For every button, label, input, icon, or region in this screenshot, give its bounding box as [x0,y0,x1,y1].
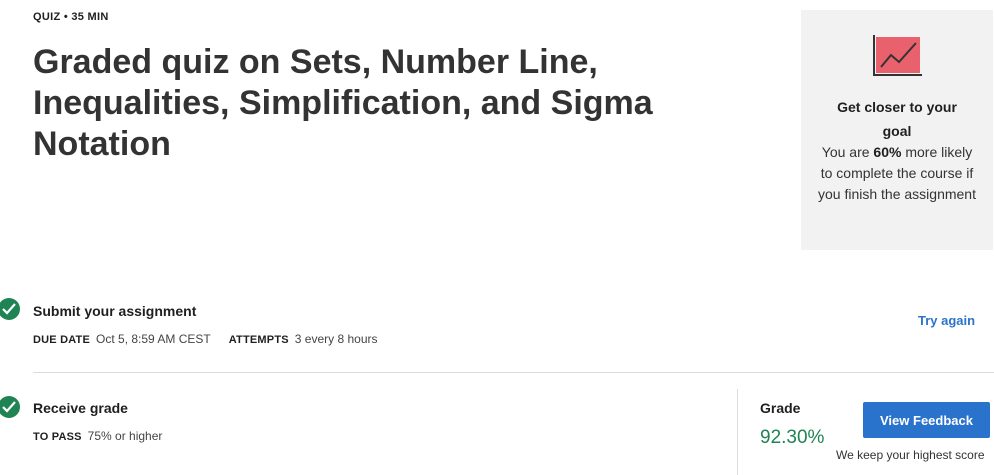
to-pass-value: 75% or higher [87,429,163,443]
quiz-page: QUIZ • 35 MIN Graded quiz on Sets, Numbe… [0,0,994,475]
section-divider [33,372,994,373]
check-circle-icon [0,298,20,320]
goal-text-before: You are [821,144,874,160]
view-feedback-button[interactable]: View Feedback [863,402,990,438]
grade-label: Grade [760,400,801,416]
receive-grade-title: Receive grade [33,400,128,416]
grade-divider [737,389,738,475]
due-date-label: DUE DATE [33,334,91,346]
quiz-meta: QUIZ • 35 MIN [33,11,109,23]
grade-value: 92.30% [760,427,825,448]
page-title: Graded quiz on Sets, Number Line, Inequa… [33,43,653,163]
try-again-link[interactable]: Try again [918,313,975,328]
submit-meta: DUE DATE Oct 5, 8:59 AM CEST ATTEMPTS 3 eve… [33,332,396,346]
highest-score-note: We keep your highest score [836,448,985,462]
goal-text: You are 60% more likely to complete the … [801,142,993,205]
check-circle-icon [0,396,20,418]
chart-trend-icon [873,35,922,76]
submit-title: Submit your assignment [33,303,197,319]
attempts-value: 3 every 8 hours [294,332,378,346]
pass-meta: TO PASS 75% or higher [33,429,180,443]
to-pass-label: TO PASS [33,431,82,443]
goal-heading: Get closer to your goal [837,99,957,139]
goal-highlight: 60% [873,144,902,160]
goal-card: Get closer to your goal You are 60% more… [801,10,993,250]
due-date-value: Oct 5, 8:59 AM CEST [96,332,211,346]
attempts-label: ATTEMPTS [228,334,289,346]
